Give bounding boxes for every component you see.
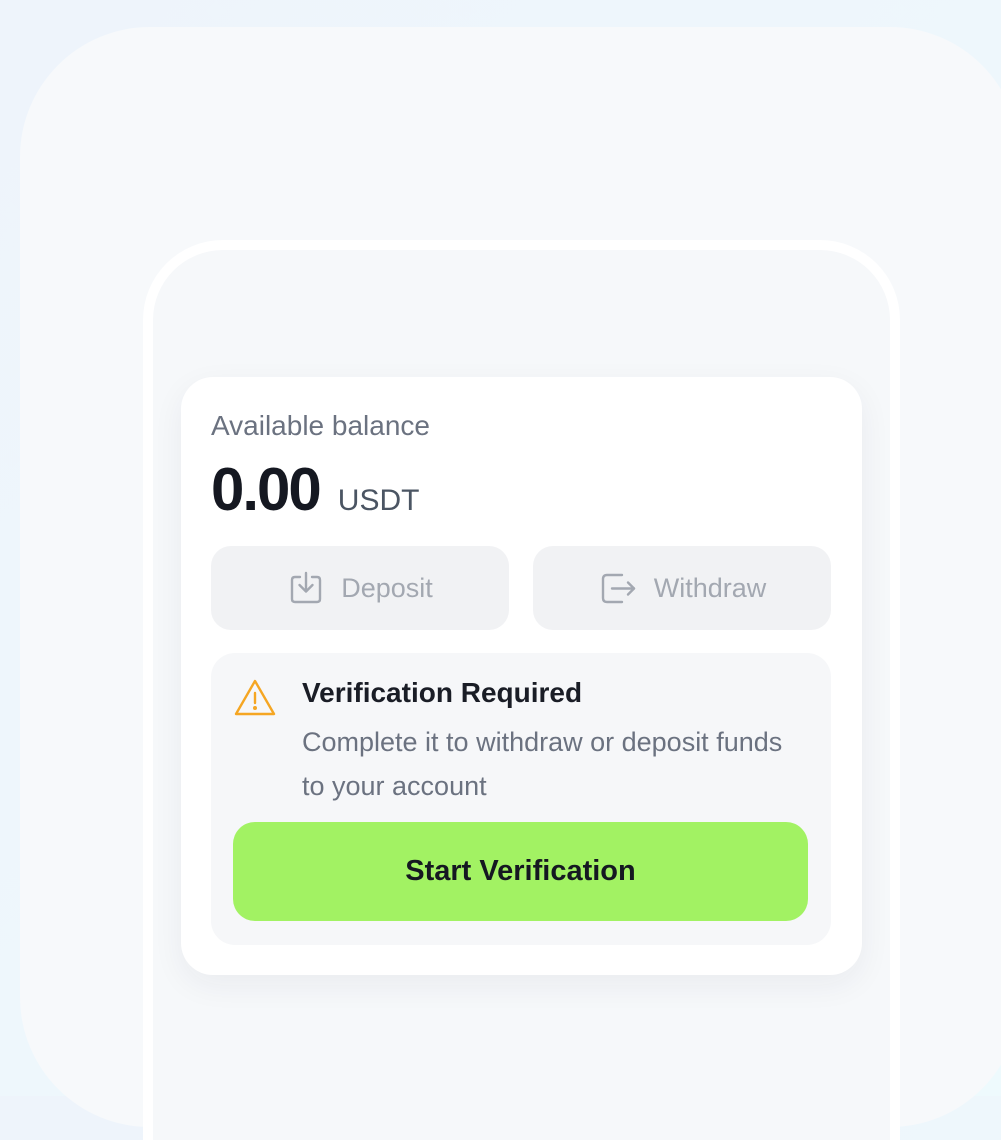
withdraw-button[interactable]: Withdraw [533, 546, 831, 630]
withdraw-label: Withdraw [653, 572, 767, 603]
balance-amount-row: 0.00 USDT [211, 455, 419, 525]
deposit-label: Deposit [341, 572, 433, 603]
verification-description: Complete it to withdraw or deposit funds… [302, 727, 783, 801]
download-tray-icon [287, 569, 325, 607]
start-verification-button[interactable]: Start Verification [233, 822, 808, 921]
balance-label: Available balance [211, 410, 430, 441]
balance-currency: USDT [337, 484, 420, 517]
deposit-button[interactable]: Deposit [211, 546, 509, 630]
balance-amount: 0.00 [211, 456, 322, 523]
balance-card: Available balance 0.00 USDT Deposit With… [181, 377, 862, 975]
verification-title: Verification Required [302, 677, 583, 708]
exit-arrow-icon [598, 569, 638, 607]
warning-triangle-icon [233, 678, 277, 718]
verification-panel: Verification Required Complete it to wit… [211, 653, 831, 945]
